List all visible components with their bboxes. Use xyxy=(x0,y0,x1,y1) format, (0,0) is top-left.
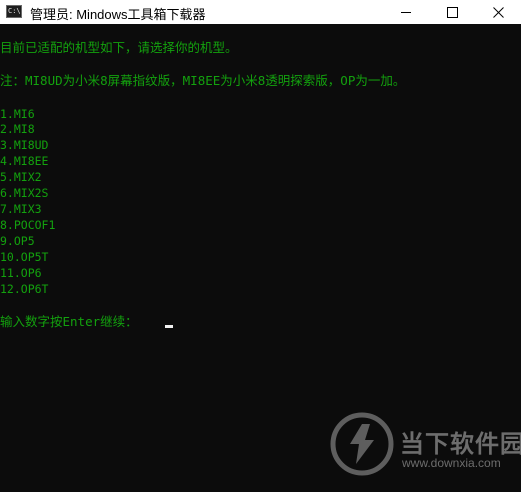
site-watermark: 当下软件园 www.downxia.com xyxy=(330,412,521,480)
text-cursor[interactable] xyxy=(165,325,173,328)
close-button[interactable] xyxy=(475,0,521,24)
intro-text: 目前已适配的机型如下，请选择你的机型。 xyxy=(0,40,238,55)
option-item: 4.MI8EE xyxy=(0,154,49,168)
watermark-url: www.downxia.com xyxy=(402,456,501,470)
option-item: 9.OP5 xyxy=(0,234,35,248)
input-prompt: 输入数字按Enter继续： xyxy=(0,314,138,329)
maximize-icon xyxy=(447,7,458,18)
minimize-button[interactable] xyxy=(383,0,429,24)
option-item: 1.MI6 xyxy=(0,107,35,121)
option-item: 7.MIX3 xyxy=(0,202,42,216)
option-item: 12.OP6T xyxy=(0,282,49,296)
watermark-name: 当下软件园 xyxy=(400,431,521,458)
option-item: 5.MIX2 xyxy=(0,170,42,184)
console-app-icon: C:\ xyxy=(6,5,22,18)
option-item: 11.OP6 xyxy=(0,266,42,280)
option-item: 8.POCOF1 xyxy=(0,218,56,232)
option-item: 2.MI8 xyxy=(0,122,35,136)
title-bar[interactable]: C:\ 管理员: Mindows工具箱下载器 xyxy=(0,0,521,24)
option-item: 10.OP5T xyxy=(0,250,49,264)
close-icon xyxy=(493,7,504,18)
window-title: 管理员: Mindows工具箱下载器 xyxy=(30,7,206,22)
maximize-button[interactable] xyxy=(429,0,475,24)
downxia-logo-icon xyxy=(330,412,394,476)
note-text: 注：MI8UD为小米8屏幕指纹版，MI8EE为小米8透明探索版，OP为一加。 xyxy=(0,73,406,88)
option-item: 6.MIX2S xyxy=(0,186,49,200)
option-item: 3.MI8UD xyxy=(0,138,49,152)
minimize-icon xyxy=(401,12,411,13)
